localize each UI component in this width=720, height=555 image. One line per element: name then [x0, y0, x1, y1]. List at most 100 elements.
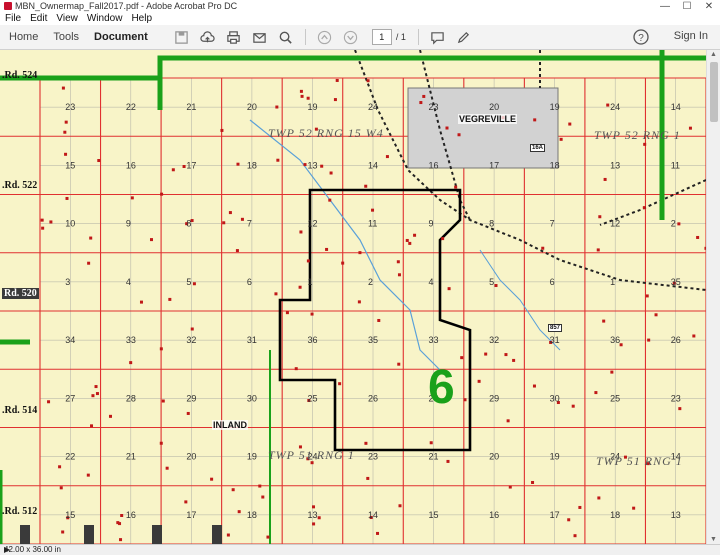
help-icon[interactable]: ? — [632, 28, 650, 46]
farm-marker — [258, 484, 262, 488]
print-icon[interactable] — [224, 27, 244, 47]
farm-marker — [484, 352, 488, 356]
farm-marker — [61, 530, 65, 534]
document-view[interactable]: 23 22 21 20 19 24 23 20 19 24 14 15 16 17 18 13 14 16 17 18… — [0, 50, 706, 544]
farm-marker — [597, 496, 601, 500]
farm-marker — [47, 400, 51, 404]
farm-marker — [237, 510, 241, 514]
range-marker — [84, 525, 94, 544]
scroll-up-icon[interactable]: ▲ — [710, 51, 717, 58]
farm-marker — [59, 486, 63, 490]
farm-marker — [220, 128, 224, 132]
farm-marker — [413, 233, 417, 237]
farm-marker — [89, 236, 93, 240]
farm-marker — [397, 362, 401, 366]
farm-marker — [573, 534, 577, 538]
farm-marker — [303, 163, 307, 167]
farm-marker — [312, 505, 316, 509]
farm-marker — [190, 327, 194, 331]
farm-marker — [571, 404, 575, 408]
section-number: 18 — [247, 160, 257, 170]
menu-help[interactable]: Help — [131, 13, 152, 24]
menu-file[interactable]: File — [5, 13, 21, 24]
section-number: 17 — [550, 510, 560, 520]
farm-marker — [531, 480, 535, 484]
section-number: 4 — [429, 277, 434, 287]
section-number: 33 — [126, 335, 136, 345]
section-number: 18 — [610, 510, 620, 520]
minimize-icon[interactable]: — — [654, 0, 676, 12]
section-number: 22 — [65, 452, 75, 462]
comment-icon[interactable] — [428, 27, 448, 47]
tab-home[interactable]: Home — [9, 31, 38, 43]
sign-in-link[interactable]: Sign In — [674, 30, 708, 42]
farm-marker — [139, 300, 143, 304]
farm-marker — [357, 300, 361, 304]
farm-marker — [333, 98, 337, 102]
vegreville-town-area — [407, 87, 559, 169]
vertical-scrollbar[interactable]: ▲ ▼ — [706, 50, 720, 544]
range-marker — [152, 525, 162, 544]
farm-marker — [460, 356, 464, 360]
section-number: 8 — [186, 219, 191, 229]
farm-marker — [358, 251, 362, 255]
farm-marker — [231, 488, 235, 492]
section-number: 19 — [550, 102, 560, 112]
farm-marker — [86, 473, 90, 477]
road-label: .Rd. 512 — [2, 506, 38, 517]
tab-document[interactable]: Document — [94, 31, 148, 43]
tab-tools[interactable]: Tools — [53, 31, 79, 43]
section-number: 30 — [247, 393, 257, 403]
range-marker — [20, 525, 30, 544]
farm-marker — [186, 411, 190, 415]
farm-marker — [274, 292, 278, 296]
farm-marker — [454, 185, 458, 189]
menu-bar: File Edit View Window Help — [0, 12, 720, 25]
farm-marker — [578, 505, 582, 509]
section-number: 29 — [489, 393, 499, 403]
scroll-down-icon[interactable]: ▼ — [710, 536, 717, 543]
section-number: 14 — [368, 160, 378, 170]
farm-marker — [94, 385, 98, 389]
highway-shield: 857 — [548, 324, 563, 332]
menu-edit[interactable]: Edit — [30, 13, 47, 24]
section-number: 20 — [247, 102, 257, 112]
farm-marker — [688, 126, 692, 130]
section-number: 17 — [186, 160, 196, 170]
section-number: 20 — [489, 102, 499, 112]
next-page-icon[interactable] — [341, 27, 361, 47]
maximize-icon[interactable]: ☐ — [676, 0, 698, 12]
farm-marker — [236, 162, 240, 166]
section-number: 30 — [550, 393, 560, 403]
farm-marker — [602, 319, 606, 323]
search-icon[interactable] — [276, 27, 296, 47]
menu-view[interactable]: View — [56, 13, 78, 24]
scroll-thumb[interactable] — [710, 62, 718, 122]
highway-shield: 16A — [530, 144, 546, 152]
close-icon[interactable]: ✕ — [698, 0, 720, 12]
section-number: 35 — [368, 335, 378, 345]
section-number: 15 — [65, 160, 75, 170]
svg-text:?: ? — [638, 33, 644, 44]
section-number: 11 — [671, 160, 680, 170]
menu-window[interactable]: Window — [87, 13, 123, 24]
section-number: 5 — [186, 277, 191, 287]
farm-marker — [422, 94, 426, 98]
farm-marker — [49, 220, 53, 224]
title-bar: MBN_Ownermap_Fall2017.pdf - Adobe Acroba… — [0, 0, 720, 12]
email-icon[interactable] — [250, 27, 270, 47]
cloud-upload-icon[interactable] — [198, 27, 218, 47]
farm-marker — [108, 414, 112, 418]
page-number-input[interactable]: 1 — [371, 29, 392, 45]
farm-marker — [64, 152, 68, 156]
pen-icon[interactable] — [454, 27, 474, 47]
previous-page-icon[interactable] — [315, 27, 335, 47]
main-toolbar: Home Tools Document 1 / 1 ? Sign In — [0, 25, 720, 50]
save-icon[interactable] — [172, 27, 192, 47]
farm-marker — [512, 358, 516, 362]
farm-marker — [533, 118, 537, 122]
section-number: 36 — [610, 335, 620, 345]
scroll-right-icon[interactable]: ▶ — [4, 545, 702, 554]
farm-marker — [364, 441, 368, 445]
section-number: 23 — [429, 102, 439, 112]
